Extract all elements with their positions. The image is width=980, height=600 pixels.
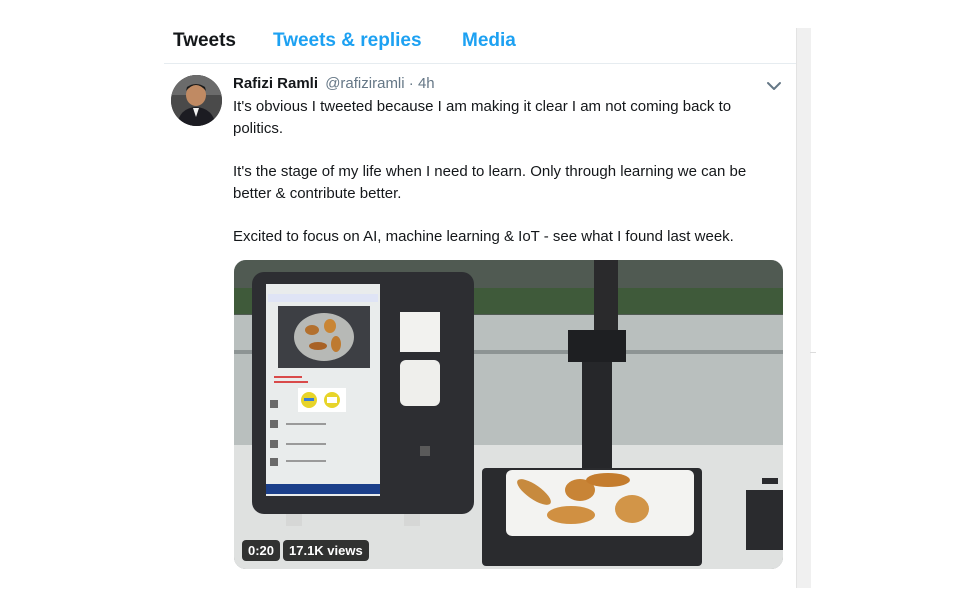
tweet-header: Rafizi Ramli @rafiziramli · 4h [233,75,435,92]
video-duration-badge: 0:20 [242,540,281,561]
video-player[interactable]: 0:20 17.1K views [234,260,783,569]
tweet-timestamp[interactable]: 4h [418,75,435,92]
avatar[interactable] [171,75,222,126]
author-handle[interactable]: @rafiziramli [325,75,404,92]
profile-tabs: Tweets Tweets & replies Media [164,28,796,64]
tab-media[interactable]: Media [462,30,516,52]
scrollbar-edge [810,352,816,361]
tab-tweets[interactable]: Tweets [173,30,236,52]
profile-timeline: Tweets Tweets & replies Media Rafizi Ram… [164,28,796,588]
chevron-down-icon[interactable] [764,78,784,94]
separator-dot: · [408,75,414,92]
tweet-paragraph: Excited to focus on AI, machine learning… [233,228,734,245]
tweet-paragraph: It's obvious I tweeted because I am maki… [233,98,732,137]
video-thumbnail [234,260,783,569]
scrollbar[interactable] [796,28,811,588]
author-name[interactable]: Rafizi Ramli [233,75,318,92]
tweet-paragraph: It's the stage of my life when I need to… [233,163,747,202]
video-views-badge: 17.1K views [283,540,369,561]
tab-tweets-and-replies[interactable]: Tweets & replies [273,30,422,52]
tweet-text: It's obvious I tweeted because I am maki… [233,96,773,270]
